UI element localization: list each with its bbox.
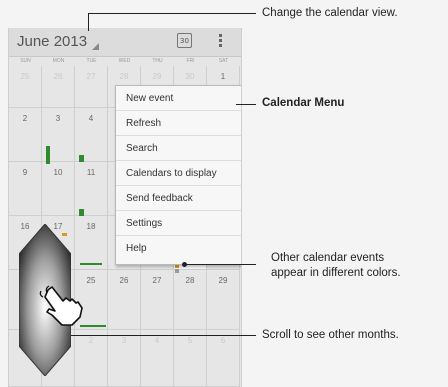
menu-item-search[interactable]: Search bbox=[116, 136, 241, 161]
day-number: 2 bbox=[88, 336, 94, 345]
callout-other-events-line1: Other calendar events bbox=[271, 252, 385, 264]
calendar-today-icon[interactable]: 30 bbox=[177, 33, 192, 48]
day-number: 3 bbox=[121, 336, 127, 345]
callout-line-change-view bbox=[88, 13, 89, 31]
day-number: 18 bbox=[86, 222, 96, 231]
callout-other-events-line2: appear in different colors. bbox=[271, 267, 401, 279]
day-cell[interactable]: 5 bbox=[174, 330, 207, 387]
weekday-header: THU bbox=[152, 58, 163, 64]
day-number: 1 bbox=[220, 72, 226, 81]
day-number: 5 bbox=[187, 336, 193, 345]
day-number: 26 bbox=[53, 72, 63, 81]
day-number: 30 bbox=[185, 72, 195, 81]
event-marker[interactable] bbox=[175, 269, 179, 273]
weekday-header: MON bbox=[52, 58, 65, 64]
day-number: 27 bbox=[152, 276, 162, 285]
day-cell[interactable]: 3 bbox=[108, 330, 141, 387]
day-cell[interactable]: 29 bbox=[207, 270, 240, 330]
callout-line-scroll bbox=[71, 335, 256, 336]
day-number: 9 bbox=[22, 168, 28, 177]
day-cell[interactable]: 28 bbox=[174, 270, 207, 330]
day-number: 4 bbox=[154, 336, 160, 345]
callout-line-change-view bbox=[88, 13, 256, 14]
callout-line-menu bbox=[236, 104, 256, 105]
callout-line-events bbox=[186, 264, 256, 265]
weekday-header: WED bbox=[118, 58, 131, 64]
callout-change-view: Change the calendar view. bbox=[262, 7, 398, 19]
menu-item-help[interactable]: Help bbox=[116, 236, 241, 261]
month-title[interactable]: June 2013 bbox=[17, 33, 87, 50]
day-cell[interactable]: 9 bbox=[9, 162, 42, 216]
day-number: 11 bbox=[86, 168, 96, 177]
event-marker[interactable] bbox=[79, 155, 84, 162]
day-number: 28 bbox=[119, 72, 129, 81]
event-marker[interactable] bbox=[46, 146, 50, 164]
day-cell[interactable]: 27 bbox=[75, 66, 108, 108]
weekday-header-row: SUN MON TUE WED THU FRI SAT bbox=[9, 57, 241, 66]
menu-item-settings[interactable]: Settings bbox=[116, 211, 241, 236]
day-number: 10 bbox=[53, 168, 63, 177]
view-selector-caret-icon[interactable] bbox=[92, 43, 99, 50]
day-number: 4 bbox=[88, 114, 94, 123]
day-cell[interactable]: 11 bbox=[75, 162, 108, 216]
overflow-menu-icon[interactable] bbox=[215, 32, 225, 52]
day-cell[interactable]: 4 bbox=[75, 108, 108, 162]
event-marker[interactable] bbox=[80, 263, 102, 265]
day-number: 6 bbox=[220, 336, 226, 345]
day-number: 29 bbox=[218, 276, 228, 285]
calendar-menu: New event Refresh Search Calendars to di… bbox=[115, 85, 241, 265]
menu-item-refresh[interactable]: Refresh bbox=[116, 111, 241, 136]
menu-item-calendars-to-display[interactable]: Calendars to display bbox=[116, 161, 241, 186]
day-cell[interactable]: 25 bbox=[9, 66, 42, 108]
day-cell[interactable]: 26 bbox=[42, 66, 75, 108]
weekday-header: TUE bbox=[86, 58, 97, 64]
callout-other-events: Other calendar events appear in differen… bbox=[271, 251, 401, 281]
event-marker[interactable] bbox=[79, 209, 84, 216]
day-number: 29 bbox=[152, 72, 162, 81]
day-number: 27 bbox=[86, 72, 96, 81]
menu-item-new-event[interactable]: New event bbox=[116, 86, 241, 111]
callout-calendar-menu: Calendar Menu bbox=[262, 97, 345, 109]
day-number: 26 bbox=[119, 276, 129, 285]
day-cell[interactable]: 27 bbox=[141, 270, 174, 330]
menu-item-send-feedback[interactable]: Send feedback bbox=[116, 186, 241, 211]
day-cell[interactable]: 4 bbox=[141, 330, 174, 387]
action-bar: June 2013 30 bbox=[9, 28, 241, 57]
day-cell[interactable]: 18 bbox=[75, 216, 108, 270]
day-number: 25 bbox=[20, 72, 30, 81]
day-number: 3 bbox=[55, 114, 61, 123]
day-cell[interactable]: 26 bbox=[108, 270, 141, 330]
callout-scroll: Scroll to see other months. bbox=[262, 329, 399, 341]
weekday-header: SAT bbox=[218, 58, 229, 64]
day-cell[interactable]: 2 bbox=[9, 108, 42, 162]
day-number: 2 bbox=[22, 114, 28, 123]
hand-pointer-icon bbox=[39, 285, 83, 326]
weekday-header: SUN bbox=[20, 58, 31, 64]
day-number: 28 bbox=[185, 276, 195, 285]
day-cell[interactable]: 2 bbox=[75, 330, 108, 387]
day-cell[interactable]: 10 bbox=[42, 162, 75, 216]
day-cell[interactable]: 6 bbox=[207, 330, 240, 387]
weekday-header: FRI bbox=[186, 58, 195, 64]
